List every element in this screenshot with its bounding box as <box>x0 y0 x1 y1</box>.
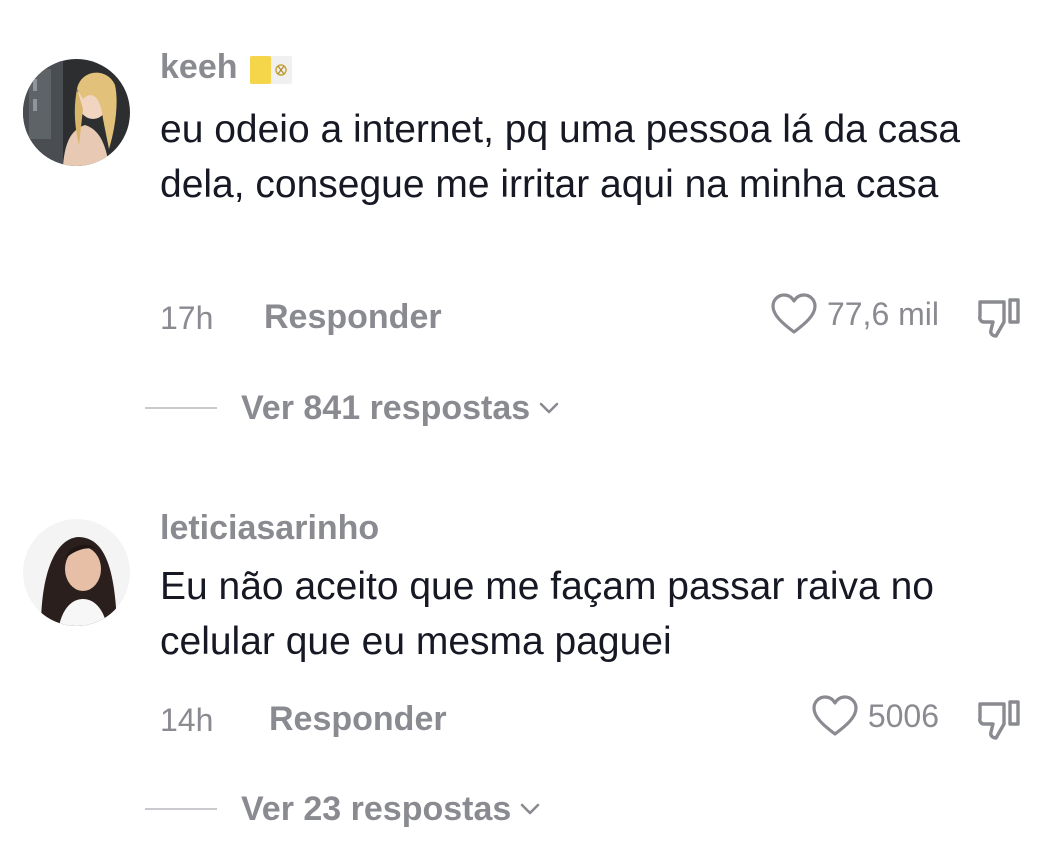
username[interactable]: keeh <box>160 48 292 87</box>
comment-time: 17h <box>160 300 214 336</box>
username-text: leticiasarinho <box>160 509 380 547</box>
comment-time: 14h <box>160 702 214 738</box>
like-button[interactable]: 77,6 mil <box>769 292 939 336</box>
replies-divider <box>145 808 217 810</box>
chevron-down-icon <box>517 796 543 822</box>
username[interactable]: leticiasarinho <box>160 509 379 548</box>
replies-divider <box>145 407 217 409</box>
comment-text: Eu não aceito que me façam passar raiva … <box>160 565 934 663</box>
comment-actions: 17h Responder 77,6 mil <box>160 292 1024 342</box>
avatar[interactable] <box>23 519 130 626</box>
comment-text: eu odeio a internet, pq uma pessoa lá da… <box>160 108 961 206</box>
username-text: keeh <box>160 48 238 86</box>
heart-outline-icon <box>810 694 860 738</box>
view-replies-button[interactable]: Ver 841 respostas <box>145 388 562 428</box>
avatar[interactable] <box>23 59 130 166</box>
like-count: 77,6 mil <box>826 295 939 332</box>
reply-button[interactable]: Responder <box>264 298 442 337</box>
heart-outline-icon <box>769 292 819 336</box>
view-replies-button[interactable]: Ver 23 respostas <box>145 789 543 829</box>
thumbs-down-icon[interactable] <box>974 694 1024 744</box>
like-button[interactable]: 5006 <box>810 694 939 738</box>
like-count: 5006 <box>867 697 939 734</box>
vatican-flag-icon <box>249 54 292 84</box>
reply-button[interactable]: Responder <box>269 700 447 739</box>
thumbs-down-icon[interactable] <box>974 292 1024 342</box>
view-replies-label: Ver 23 respostas <box>241 789 512 828</box>
comment-actions: 14h Responder 5006 <box>160 694 1024 744</box>
view-replies-label: Ver 841 respostas <box>241 388 531 427</box>
chevron-down-icon <box>536 395 562 421</box>
